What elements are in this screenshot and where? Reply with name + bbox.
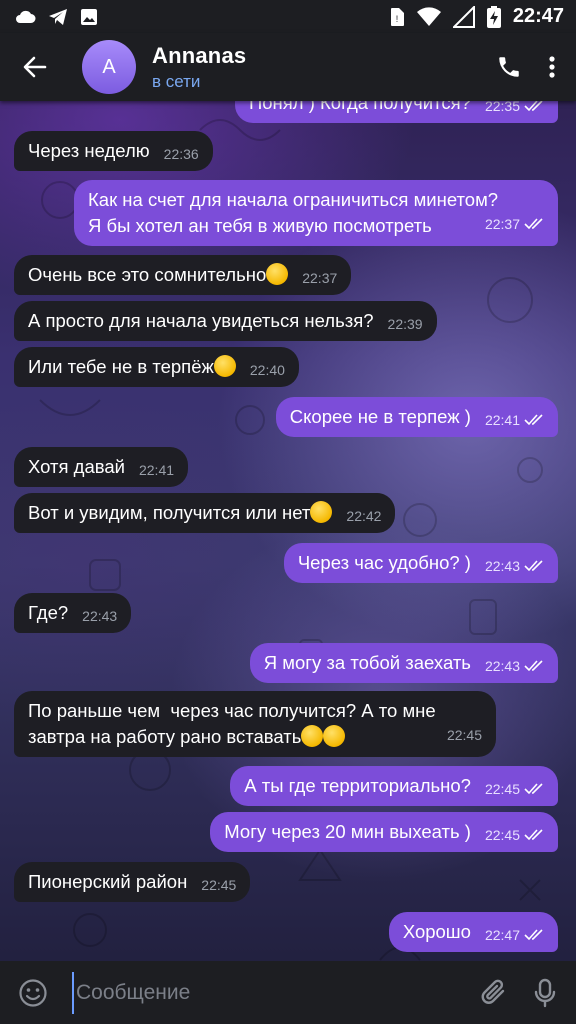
message-bubble-outgoing[interactable]: Могу через 20 мин выхеать ) 22:45 <box>210 812 558 852</box>
message-text: Понял ) Когда получится? <box>248 101 471 113</box>
message-bubble-incoming[interactable]: Где? 22:43 <box>14 593 132 633</box>
message-bubble-outgoing[interactable]: Понял ) Когда получится? 22:35 <box>234 101 558 123</box>
message-text: Где? <box>28 602 69 623</box>
message-bubble-outgoing[interactable]: Через час удобно? ) 22:43 <box>283 543 558 583</box>
more-options-icon[interactable] <box>548 55 556 79</box>
arrow-back-icon <box>23 56 47 78</box>
microphone-icon <box>534 978 556 1007</box>
emoji-button[interactable] <box>8 961 58 1024</box>
message-text: Через час удобно? ) <box>297 552 471 573</box>
message-time: 22:37 <box>484 216 520 232</box>
wifi-icon <box>416 6 441 26</box>
paperclip-icon <box>481 979 505 1004</box>
message-time: 22:35 <box>484 101 520 114</box>
message-bubble-outgoing[interactable]: Скорее не в терпеж ) 22:41 <box>275 397 558 437</box>
double-check-icon <box>524 783 543 795</box>
back-button[interactable] <box>0 33 70 101</box>
message-text: Через неделю <box>28 140 150 161</box>
scream-emoji <box>301 725 324 747</box>
message-time: 22:45 <box>201 877 237 893</box>
message-text: Хорошо <box>402 921 471 942</box>
chat-title-area[interactable]: Annanas в сети <box>152 43 246 92</box>
message-text: Хотя давай <box>28 456 125 477</box>
message-text: Вот и увидим, получится или нет <box>28 502 311 523</box>
message-time: 22:45 <box>484 827 520 843</box>
message-text: По раньше чем через час получится? А то … <box>28 700 436 747</box>
message-input[interactable] <box>72 971 470 1014</box>
message-time: 22:42 <box>346 508 382 524</box>
message-time: 22:45 <box>484 781 520 797</box>
message-time: 22:45 <box>446 727 482 743</box>
message-bubble-outgoing[interactable]: Я могу за тобой заехать 22:43 <box>249 643 558 683</box>
attach-button[interactable] <box>470 961 520 1024</box>
message-bubble-incoming[interactable]: Вот и увидим, получится или нет 22:42 <box>14 493 396 533</box>
message-list[interactable]: Понял ) Когда получится? 22:35 Через нед… <box>0 101 576 961</box>
message-bubble-incoming[interactable]: А просто для начала увидеться нельзя? 22… <box>14 301 437 341</box>
image-notification-icon <box>81 8 97 25</box>
battery-charging-icon <box>486 5 501 28</box>
clock: 22:47 <box>512 5 564 27</box>
message-time: 22:36 <box>163 146 199 162</box>
double-check-icon <box>524 414 543 426</box>
message-bubble-outgoing[interactable]: А ты где территориально? 22:45 <box>230 766 558 806</box>
avatar[interactable]: A <box>82 40 136 94</box>
message-text: Или тебе не в терпёж <box>28 356 214 377</box>
contact-name: Annanas <box>152 42 247 68</box>
message-time: 22:43 <box>484 658 520 674</box>
message-input-bar <box>0 961 576 1024</box>
message-text: А ты где территориально? <box>244 775 471 796</box>
message-text: А просто для начала увидеться нельзя? <box>28 310 374 331</box>
tears-of-joy-emoji <box>323 725 346 747</box>
message-bubble-incoming[interactable]: Или тебе не в терпёж 22:40 <box>14 347 299 387</box>
message-time: 22:41 <box>484 412 520 428</box>
double-check-icon <box>524 218 543 230</box>
message-time: 22:41 <box>138 462 175 478</box>
message-text: Я могу за тобой заехать <box>263 652 471 673</box>
contact-status: в сети <box>152 71 201 91</box>
double-check-icon <box>524 829 543 841</box>
message-text: Очень все это сомнительно <box>28 264 267 285</box>
svg-text:!: ! <box>396 14 399 24</box>
message-time: 22:40 <box>249 362 285 378</box>
message-text: Как на счет для начала ограничиться мине… <box>88 189 499 236</box>
message-bubble-incoming[interactable]: Хотя давай 22:41 <box>14 447 189 487</box>
message-time: 22:37 <box>302 270 338 286</box>
phone-icon[interactable] <box>496 54 522 80</box>
nerd-face-emoji <box>266 263 289 285</box>
message-text: Могу через 20 мин выхеать ) <box>224 821 471 842</box>
cloud-icon <box>16 10 36 23</box>
message-time: 22:43 <box>82 608 118 624</box>
message-bubble-incoming[interactable]: Через неделю 22:36 <box>14 131 213 171</box>
message-bubble-outgoing[interactable]: Хорошо 22:47 <box>388 912 558 952</box>
double-check-icon <box>524 929 543 941</box>
message-bubble-incoming[interactable]: Очень все это сомнительно 22:37 <box>14 255 352 295</box>
message-bubble-outgoing[interactable]: Как на счет для начала ограничиться мине… <box>74 180 558 246</box>
signal-icon <box>452 5 475 28</box>
voice-message-button[interactable] <box>520 961 570 1024</box>
message-time: 22:43 <box>484 558 520 574</box>
grinning-face-emoji <box>213 355 236 377</box>
double-check-icon <box>524 560 543 572</box>
status-bar: ! 22:47 <box>0 0 576 33</box>
telegram-notification-icon <box>49 8 67 25</box>
double-check-icon <box>524 660 543 672</box>
message-time: 22:39 <box>387 316 423 332</box>
message-text: Пионерский район <box>28 871 188 892</box>
message-time: 22:47 <box>484 927 520 943</box>
chat-header: A Annanas в сети <box>0 33 576 101</box>
grinning-face-emoji <box>310 501 333 523</box>
no-sim-icon: ! <box>390 7 404 26</box>
smiley-icon <box>19 978 47 1007</box>
message-bubble-incoming[interactable]: Пионерский район 22:45 <box>14 862 251 902</box>
message-bubble-incoming[interactable]: По раньше чем через час получится? А то … <box>14 691 496 757</box>
double-check-icon <box>524 101 543 112</box>
message-text: Скорее не в терпеж ) <box>289 406 471 427</box>
